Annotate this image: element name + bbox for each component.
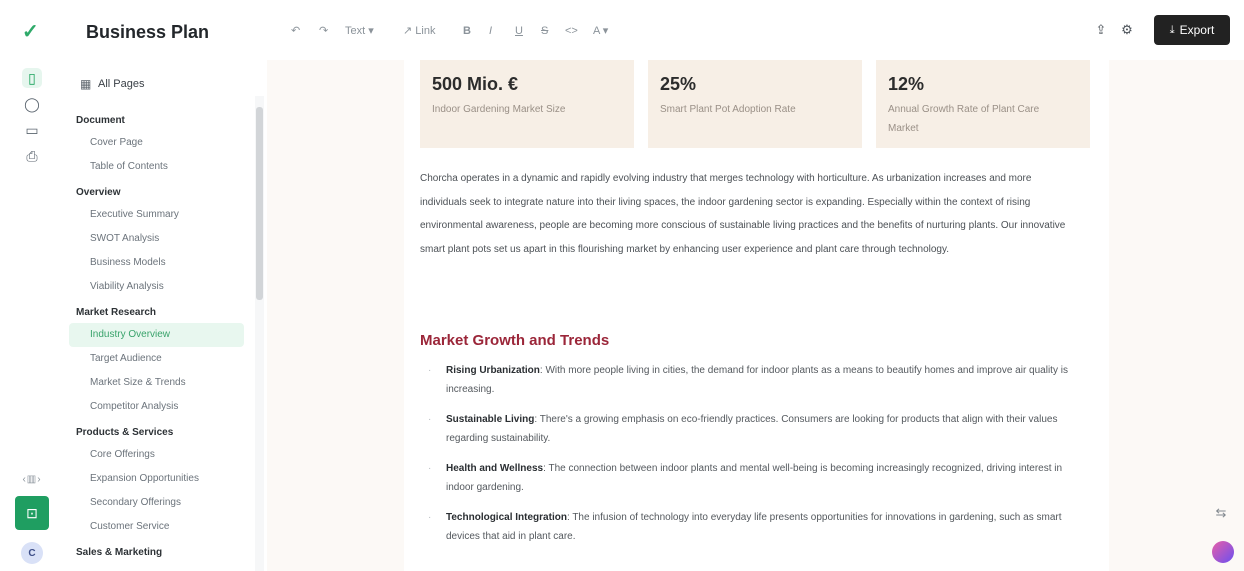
monitor-icon[interactable]: ▭ [22,120,42,140]
nav-item-executive-summary[interactable]: Executive Summary [69,203,244,227]
document-canvas: 500 Mio. € Indoor Gardening Market Size … [267,60,1244,571]
nav-section-document: Document [76,115,125,126]
bullet-icon: · [428,365,432,376]
export-label: Export [1179,23,1215,37]
stat-value: 12% [888,74,925,94]
nav-item-swot-analysis[interactable]: SWOT Analysis [69,227,244,251]
nav-item-competitor-analysis[interactable]: Competitor Analysis [69,395,244,419]
bullet-icon: · [428,512,432,523]
section-heading: Market Growth and Trends [420,332,610,349]
nav-item-secondary-offerings[interactable]: Secondary Offerings [69,491,244,515]
download-icon: ⤓ [1169,23,1175,36]
stat-card: 500 Mio. € Indoor Gardening Market Size [420,60,634,148]
list-item-term: Health and Wellness [446,463,544,474]
text-color-dropdown[interactable]: A ▾ [593,24,608,38]
stat-card: 12% Annual Growth Rate of Plant Care Mar… [876,60,1090,148]
list-item: · Technological Integration: The infusio… [424,508,1084,546]
editor-toolbar: ↶ ↷ Text ▾ ↗ Link B I U S <> A ▾ ⇪ ⚙ ⤓ E… [267,0,1244,60]
list-item-term: Rising Urbanization [446,365,540,376]
stat-value: 500 Mio. € [432,74,519,94]
nav-item-cover-page[interactable]: Cover Page [69,131,244,155]
document-icon[interactable]: ▯ [22,68,42,88]
list-item-term: Sustainable Living [446,414,535,425]
nav-item-customer-service[interactable]: Customer Service [69,515,244,539]
stat-label: Smart Plant Pot Adoption Rate [660,104,796,115]
nav-section-market-research: Market Research [76,307,157,318]
list-item-term: Technological Integration [446,512,567,523]
nav-item-industry-overview[interactable]: Industry Overview [69,323,244,347]
nav-item-business-models[interactable]: Business Models [69,251,244,275]
all-pages-link[interactable]: ▦ All Pages [80,75,144,93]
stat-value: 25% [660,74,697,94]
left-rail: ✓ ▯ ◯ ▭ ⎙ ‹▥› ⊡ C [0,0,62,571]
settings-icon[interactable]: ⚙ [1119,22,1135,38]
translate-icon[interactable]: ⇆ [1209,501,1233,525]
avatar[interactable]: C [21,542,43,564]
document-page[interactable]: 500 Mio. € Indoor Gardening Market Size … [404,60,1109,571]
redo-icon[interactable]: ↷ [319,24,328,38]
undo-icon[interactable]: ↶ [291,24,300,38]
underline-button[interactable]: U [515,24,523,38]
nav-item-market-size-trends[interactable]: Market Size & Trends [69,371,244,395]
list-item-text: : With more people living in cities, the… [446,365,1068,395]
italic-button[interactable]: I [489,24,492,38]
bullet-icon: · [428,414,432,425]
bold-button[interactable]: B [463,24,471,38]
nav-section-sales-marketing: Sales & Marketing [76,547,163,558]
text-style-dropdown[interactable]: Text ▾ [345,24,374,38]
nav-item-viability-analysis[interactable]: Viability Analysis [69,275,244,299]
nav-section-overview: Overview [76,187,121,198]
print-icon[interactable]: ⎙ [22,146,42,166]
gift-icon[interactable]: ⊡ [15,496,49,530]
page-navigation: Document Cover Page Table of Contents Ov… [62,107,252,563]
share-icon[interactable]: ⇪ [1093,22,1109,38]
bullet-icon: · [428,463,432,474]
all-pages-label: All Pages [98,78,145,90]
nav-section-products-services: Products & Services [76,427,174,438]
assistant-icon[interactable] [1212,541,1234,563]
trend-list: · Rising Urbanization: With more people … [424,361,1084,557]
nav-item-target-audience[interactable]: Target Audience [69,347,244,371]
sidebar-scrollbar[interactable] [256,107,263,300]
stat-label: Annual Growth Rate of Plant Care Market [888,104,1040,134]
list-item: · Rising Urbanization: With more people … [424,361,1084,399]
grid-icon: ▦ [80,77,92,91]
stat-card: 25% Smart Plant Pot Adoption Rate [648,60,862,148]
nav-item-core-offerings[interactable]: Core Offerings [69,443,244,467]
link-button[interactable]: ↗ Link [403,24,435,38]
list-item-text: : There's a growing emphasis on eco-frie… [446,414,1058,444]
app-logo-icon[interactable]: ✓ [22,22,42,42]
list-item: · Sustainable Living: There's a growing … [424,410,1084,448]
sidebar: Business Plan ▦ All Pages Document Cover… [62,0,267,571]
industry-paragraph: Chorcha operates in a dynamic and rapidl… [420,173,1066,255]
code-button[interactable]: <> [565,24,578,38]
export-button[interactable]: ⤓ Export [1154,15,1230,45]
nav-item-expansion-opportunities[interactable]: Expansion Opportunities [69,467,244,491]
strikethrough-button[interactable]: S [541,24,548,38]
stat-label: Indoor Gardening Market Size [432,104,566,115]
project-title: Business Plan [86,22,210,42]
chat-icon[interactable]: ◯ [22,94,42,114]
nav-item-table-of-contents[interactable]: Table of Contents [69,155,244,179]
sidebar-toggle-icon[interactable]: ‹▥› [15,471,49,487]
list-item: · Health and Wellness: The connection be… [424,459,1084,497]
